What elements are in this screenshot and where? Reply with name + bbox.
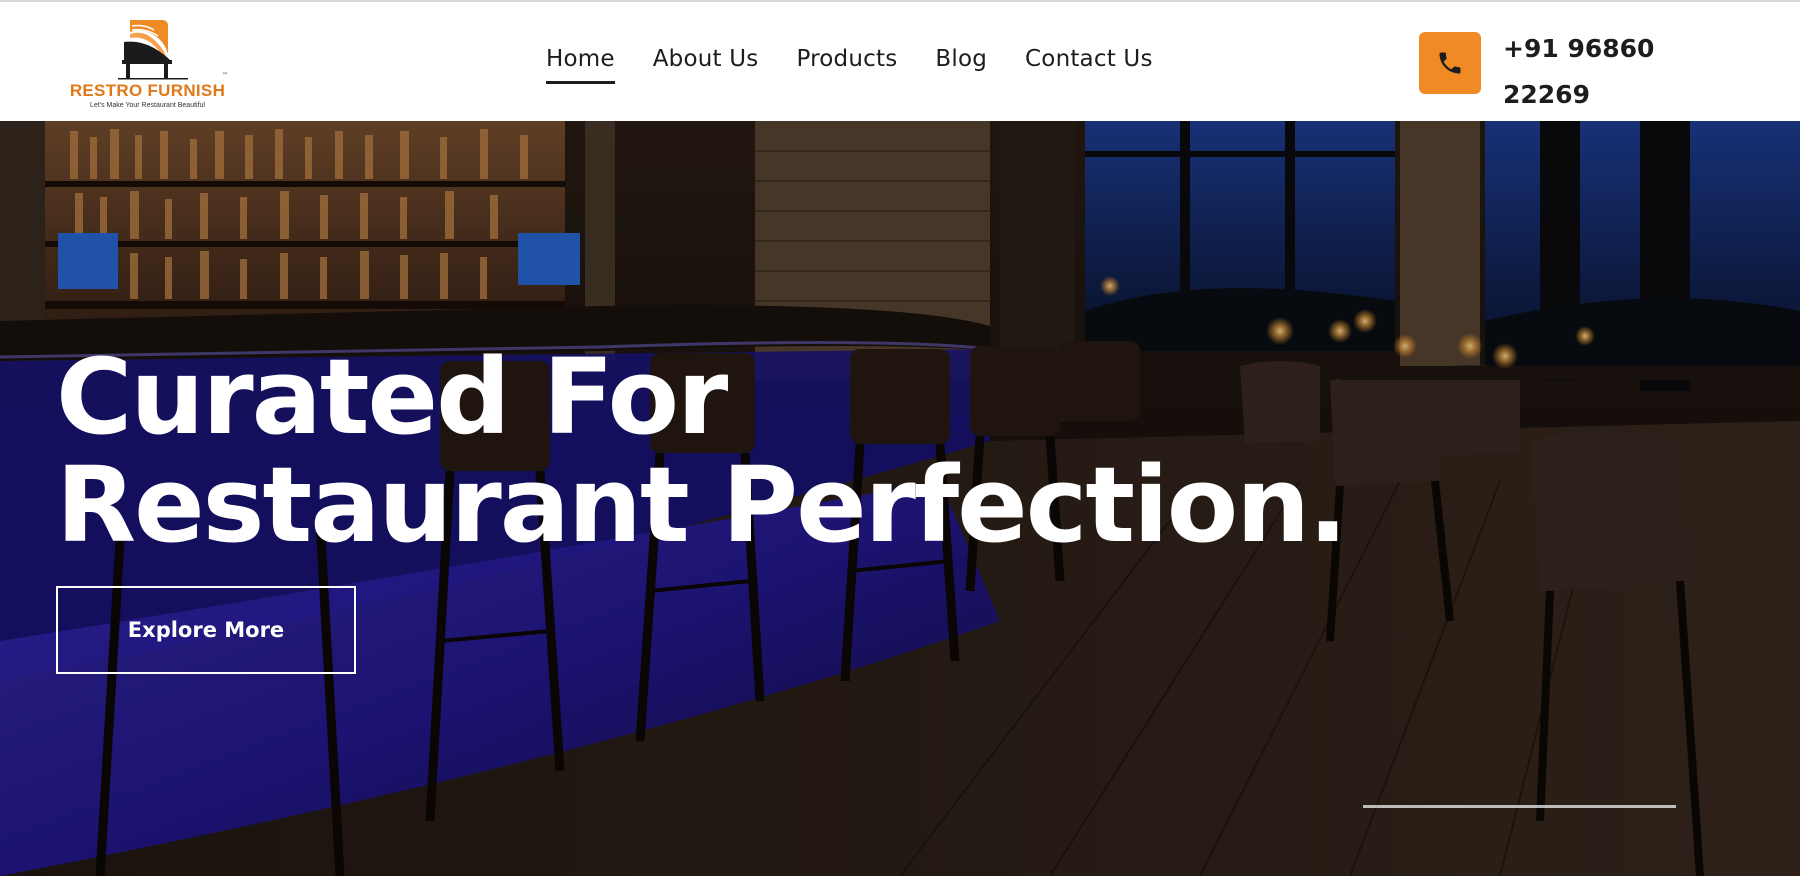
explore-more-button[interactable]: Explore More — [56, 586, 356, 674]
trademark-symbol: ™ — [222, 72, 228, 79]
hero-headline: Curated For Restaurant Perfection. — [56, 336, 1348, 566]
hero-headline-line1: Curated For — [56, 336, 728, 458]
nav-item-home[interactable]: Home — [546, 46, 615, 84]
slider-progress-line — [1363, 805, 1676, 808]
chair-logo-icon — [118, 20, 188, 80]
nav-item-contact-us[interactable]: Contact Us — [1025, 46, 1153, 72]
site-header: ™ RESTRO FURNISH Let's Make Your Restaur… — [0, 0, 1800, 121]
phone-icon — [1439, 52, 1461, 74]
main-nav: Home About Us Products Blog Contact Us — [546, 46, 1191, 86]
nav-item-blog[interactable]: Blog — [935, 46, 987, 72]
phone-number-line2: 22269 — [1503, 80, 1590, 109]
hero-section: Curated For Restaurant Perfection. Explo… — [0, 121, 1800, 876]
site-logo[interactable]: ™ RESTRO FURNISH Let's Make Your Restaur… — [58, 16, 238, 112]
brand-tagline: Let's Make Your Restaurant Beautiful — [90, 102, 205, 109]
phone-number[interactable]: +91 96860 22269 — [1503, 26, 1683, 118]
nav-item-products[interactable]: Products — [796, 46, 897, 72]
phone-number-line1: +91 96860 — [1503, 34, 1655, 63]
hero-headline-line2: Restaurant Perfection. — [56, 444, 1348, 566]
phone-button[interactable] — [1419, 32, 1481, 94]
page: ™ RESTRO FURNISH Let's Make Your Restaur… — [0, 0, 1800, 876]
brand-name: RESTRO FURNISH — [69, 81, 226, 100]
nav-item-about-us[interactable]: About Us — [653, 46, 759, 72]
